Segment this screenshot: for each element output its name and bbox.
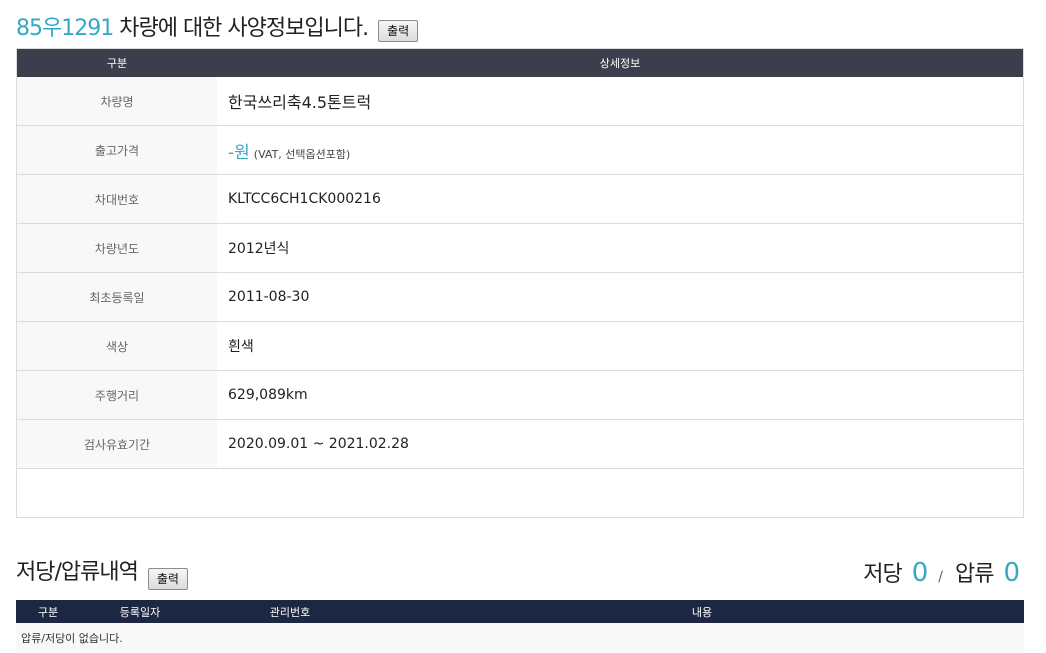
lien-print-button[interactable]: 출력	[147, 568, 188, 590]
spec-title-row: 85우1291 차량에 대한 사양정보입니다. 출력	[16, 0, 1024, 48]
spec-row-mileage: 주행거리 629,089km	[16, 370, 1024, 420]
spec-label: 출고가격	[16, 125, 217, 175]
header-detail: 상세정보	[217, 48, 1024, 77]
mileage-value: 629,089km	[217, 370, 1024, 420]
lien-col-number: 관리번호	[200, 600, 380, 623]
lien-table: 구분 등록일자 관리번호 내용 압류/저당이 없습니다.	[16, 600, 1024, 653]
spec-label: 색상	[16, 321, 217, 371]
price-note: (VAT, 선택옵션포함)	[253, 147, 351, 161]
spec-row-color: 색상 흰색	[16, 321, 1024, 371]
plate-number: 85우1291	[16, 16, 114, 41]
spec-row-vin: 차대번호 KLTCC6CH1CK000216	[16, 174, 1024, 224]
price-value: -원	[228, 142, 250, 163]
spec-table: 구분 상세정보 차량명 한국쓰리축4.5톤트럭 출고가격 -원 (VAT, 선택옵…	[16, 48, 1024, 518]
color-value: 흰색	[217, 321, 1024, 371]
spec-row-price: 출고가격 -원 (VAT, 선택옵션포함)	[16, 125, 1024, 175]
lien-header: 저당/압류내역 출력 저당 0 / 압류 0	[16, 548, 1024, 596]
lien-col-category: 구분	[16, 600, 80, 623]
spec-row-inspection: 검사유효기간 2020.09.01 ~ 2021.02.28	[16, 419, 1024, 469]
lien-title: 저당/압류내역	[16, 560, 139, 585]
spec-label: 최초등록일	[16, 272, 217, 322]
spec-label: 차대번호	[16, 174, 217, 224]
header-category: 구분	[16, 48, 217, 77]
lien-table-header: 구분 등록일자 관리번호 내용	[16, 600, 1024, 623]
vin-value: KLTCC6CH1CK000216	[217, 174, 1024, 224]
spec-row-model-year: 차량년도 2012년식	[16, 223, 1024, 273]
spec-label: 차량년도	[16, 223, 217, 273]
model-year-value: 2012년식	[217, 223, 1024, 273]
page: 85우1291 차량에 대한 사양정보입니다. 출력 구분 상세정보 차량명 한…	[16, 0, 1024, 653]
page-title: 85우1291 차량에 대한 사양정보입니다.	[16, 16, 369, 42]
seizure-label: 압류	[954, 562, 994, 587]
spec-row-first-registration: 최초등록일 2011-08-30	[16, 272, 1024, 322]
lien-counts: 저당 0 / 압류 0	[863, 556, 1020, 588]
spec-row-vehicle-name: 차량명 한국쓰리축4.5톤트럭	[16, 77, 1024, 126]
price-cell: -원 (VAT, 선택옵션포함)	[217, 125, 1024, 175]
vehicle-name: 한국쓰리축4.5톤트럭	[217, 77, 1024, 126]
lien-col-content: 내용	[380, 600, 1024, 623]
spec-label: 검사유효기간	[16, 419, 217, 469]
seizure-count: 0	[1003, 558, 1020, 588]
mortgage-label: 저당	[863, 562, 902, 587]
title-suffix: 차량에 대한 사양정보입니다.	[113, 16, 369, 41]
spec-print-button[interactable]: 출력	[378, 20, 419, 42]
lien-title-group: 저당/압류내역 출력	[16, 560, 188, 590]
spec-table-header: 구분 상세정보	[16, 48, 1024, 77]
lien-col-date: 등록일자	[80, 600, 200, 623]
spec-row-empty	[16, 468, 1024, 518]
empty-cell	[16, 468, 1024, 518]
count-separator: /	[938, 569, 943, 585]
spec-label: 차량명	[16, 77, 217, 126]
mortgage-count: 0	[911, 558, 929, 588]
first-registration-value: 2011-08-30	[217, 272, 1024, 322]
inspection-period-value: 2020.09.01 ~ 2021.02.28	[217, 419, 1024, 469]
spec-label: 주행거리	[16, 370, 217, 420]
